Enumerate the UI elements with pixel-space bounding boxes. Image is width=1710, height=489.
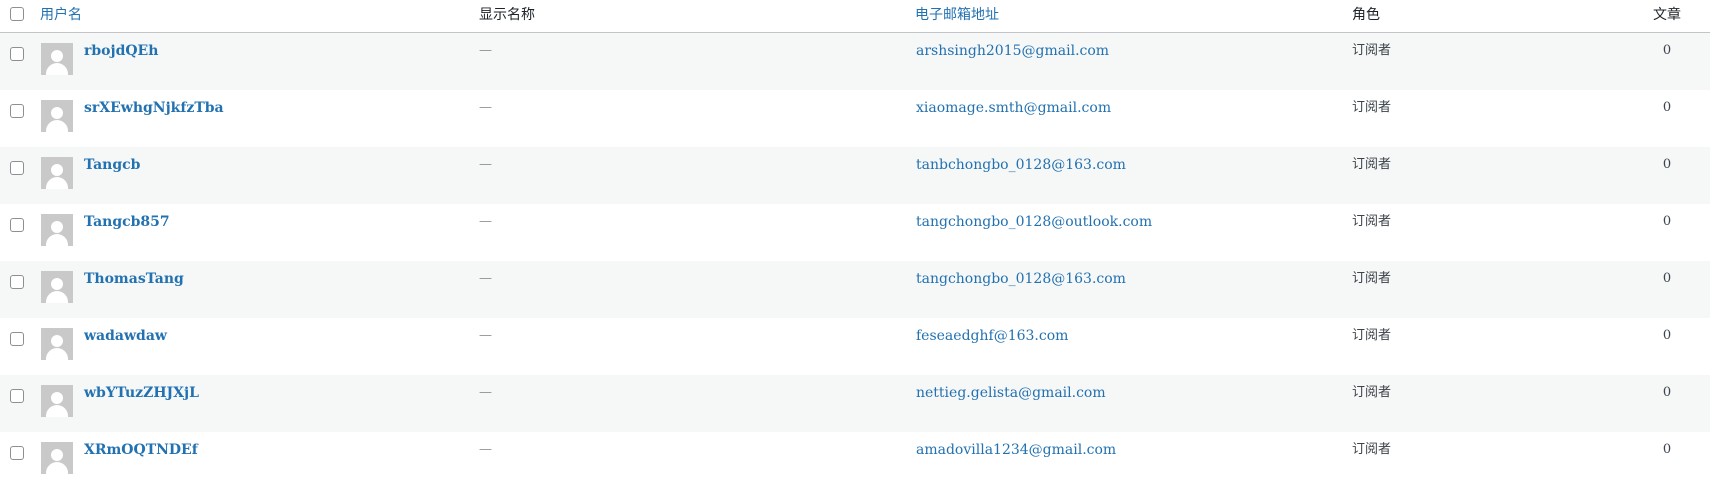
row-checkbox[interactable] <box>10 218 24 232</box>
posts-count: 0 <box>1662 271 1672 286</box>
table-header: 用户名 显示名称 电子邮箱地址 角色 文章 <box>0 0 1710 33</box>
posts-count: 0 <box>1662 43 1672 58</box>
username-link[interactable]: XRmOQTNDEf <box>84 441 198 459</box>
username-link[interactable]: wadawdaw <box>84 327 167 345</box>
username-link[interactable]: ThomasTang <box>84 270 184 288</box>
email-link[interactable]: nettieg.gelista@gmail.com <box>916 384 1106 402</box>
role-text: 订阅者 <box>1352 157 1392 172</box>
users-table: 用户名 显示名称 电子邮箱地址 角色 文章 rbojdQEh — arshsin… <box>0 0 1710 489</box>
table-row: Tangcb — tanbchongbo_0128@163.com 订阅者 0 <box>0 147 1710 204</box>
row-checkbox[interactable] <box>10 161 24 175</box>
default-avatar-icon <box>41 214 73 246</box>
email-link[interactable]: tangchongbo_0128@outlook.com <box>916 213 1152 231</box>
default-avatar-icon <box>41 100 73 132</box>
posts-count: 0 <box>1662 385 1672 400</box>
default-avatar-icon <box>41 157 73 189</box>
table-row: wadawdaw — feseaedghf@163.com 订阅者 0 <box>0 318 1710 375</box>
posts-count: 0 <box>1662 100 1672 115</box>
display-name: — <box>479 100 492 115</box>
column-header-email[interactable]: 电子邮箱地址 <box>915 6 999 24</box>
table-row: rbojdQEh — arshsingh2015@gmail.com 订阅者 0 <box>0 33 1710 90</box>
display-name: — <box>479 214 492 229</box>
email-link[interactable]: feseaedghf@163.com <box>916 327 1068 345</box>
default-avatar-icon <box>41 442 73 474</box>
role-text: 订阅者 <box>1352 271 1392 286</box>
column-header-display-name: 显示名称 <box>479 7 535 23</box>
display-name: — <box>479 442 492 457</box>
table-row: Tangcb857 — tangchongbo_0128@outlook.com… <box>0 204 1710 261</box>
display-name: — <box>479 271 492 286</box>
default-avatar-icon <box>41 43 73 75</box>
posts-count: 0 <box>1662 442 1672 457</box>
email-link[interactable]: tanbchongbo_0128@163.com <box>916 156 1126 174</box>
row-checkbox[interactable] <box>10 275 24 289</box>
column-header-role: 角色 <box>1352 7 1380 23</box>
table-row: ThomasTang — tangchongbo_0128@163.com 订阅… <box>0 261 1710 318</box>
row-checkbox[interactable] <box>10 104 24 118</box>
username-link[interactable]: Tangcb857 <box>84 213 170 231</box>
username-link[interactable]: wbYTuzZHJXjL <box>84 384 199 402</box>
row-checkbox[interactable] <box>10 389 24 403</box>
table-row: srXEwhgNjkfzTba — xiaomage.smth@gmail.co… <box>0 90 1710 147</box>
posts-count: 0 <box>1662 214 1672 229</box>
select-all-checkbox[interactable] <box>10 7 24 21</box>
display-name: — <box>479 328 492 343</box>
role-text: 订阅者 <box>1352 385 1392 400</box>
username-link[interactable]: Tangcb <box>84 156 140 174</box>
row-checkbox[interactable] <box>10 446 24 460</box>
column-header-username[interactable]: 用户名 <box>40 6 82 24</box>
email-link[interactable]: tangchongbo_0128@163.com <box>916 270 1126 288</box>
role-text: 订阅者 <box>1352 328 1392 343</box>
row-checkbox[interactable] <box>10 47 24 61</box>
display-name: — <box>479 43 492 58</box>
username-link[interactable]: srXEwhgNjkfzTba <box>84 99 224 117</box>
default-avatar-icon <box>41 385 73 417</box>
default-avatar-icon <box>41 328 73 360</box>
column-header-posts: 文章 <box>1653 7 1681 23</box>
row-checkbox[interactable] <box>10 332 24 346</box>
display-name: — <box>479 157 492 172</box>
default-avatar-icon <box>41 271 73 303</box>
email-link[interactable]: arshsingh2015@gmail.com <box>916 42 1109 60</box>
table-row: wbYTuzZHJXjL — nettieg.gelista@gmail.com… <box>0 375 1710 432</box>
email-link[interactable]: xiaomage.smth@gmail.com <box>916 99 1111 117</box>
display-name: — <box>479 385 492 400</box>
posts-count: 0 <box>1662 328 1672 343</box>
email-link[interactable]: amadovilla1234@gmail.com <box>916 441 1116 459</box>
role-text: 订阅者 <box>1352 43 1392 58</box>
username-link[interactable]: rbojdQEh <box>84 42 158 60</box>
role-text: 订阅者 <box>1352 442 1392 457</box>
role-text: 订阅者 <box>1352 214 1392 229</box>
role-text: 订阅者 <box>1352 100 1392 115</box>
table-row: XRmOQTNDEf — amadovilla1234@gmail.com 订阅… <box>0 432 1710 489</box>
posts-count: 0 <box>1662 157 1672 172</box>
